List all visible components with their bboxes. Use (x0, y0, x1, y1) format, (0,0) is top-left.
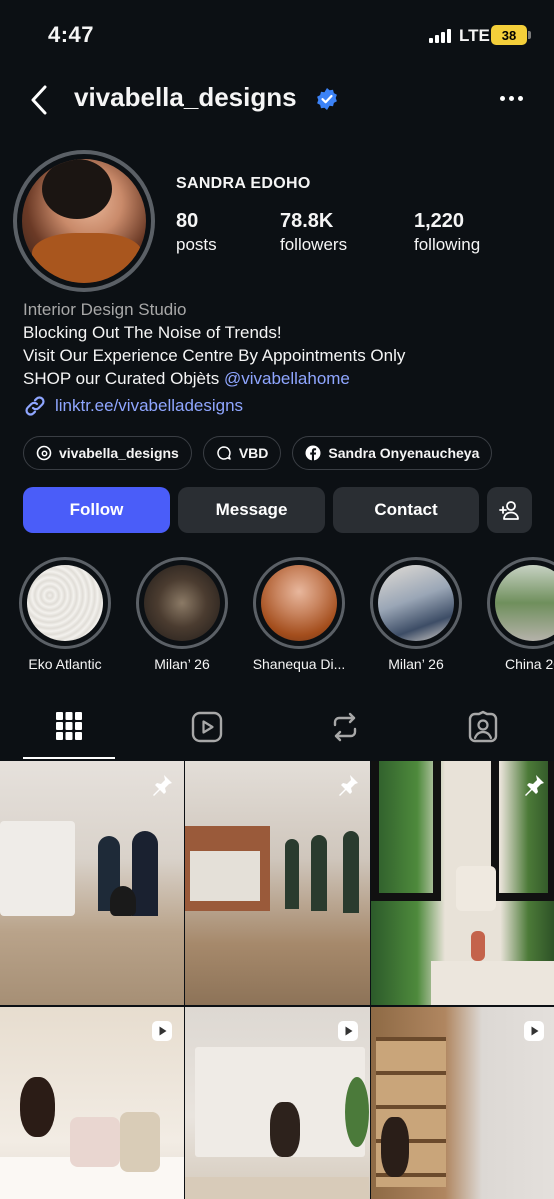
following-count: 1,220 (414, 210, 465, 232)
post-thumbnail[interactable] (0, 1007, 184, 1199)
chat-icon (217, 446, 231, 460)
message-button[interactable]: Message (178, 487, 325, 533)
highlight-thumbnail (378, 565, 454, 641)
facebook-chip[interactable]: Sandra Onyenaucheya (292, 436, 493, 470)
pinned-icon (339, 775, 358, 796)
bio-line: SHOP our Curated Objèts @vivabellahome (23, 367, 405, 390)
tab-tagged[interactable] (437, 710, 529, 760)
reels-icon (191, 711, 223, 743)
highlight-item[interactable]: Milan’ 26 (135, 557, 229, 672)
highlight-label: China 20 (504, 656, 554, 672)
mention-link[interactable]: @vivabellahome (224, 369, 350, 388)
tab-posts[interactable] (23, 710, 115, 760)
battery-icon: 38 (491, 25, 531, 45)
profile-tabs (0, 710, 554, 760)
more-options-icon[interactable] (500, 96, 523, 101)
followers-count: 78.8K (280, 210, 334, 232)
tab-reels[interactable] (161, 710, 253, 760)
add-person-icon (498, 501, 519, 520)
highlight-thumbnail (144, 565, 220, 641)
highlight-label: Milan’ 26 (388, 656, 444, 672)
tab-reposts[interactable] (299, 710, 391, 760)
story-highlights: Eko Atlantic Milan’ 26 Shanequa Di... Mi… (18, 557, 554, 677)
threads-chip[interactable]: vivabella_designs (23, 436, 192, 470)
highlight-item[interactable]: Eko Atlantic (18, 557, 112, 672)
posts-stat[interactable]: 80 posts (176, 210, 217, 255)
post-thumbnail[interactable] (371, 761, 554, 1005)
battery-level: 38 (501, 27, 517, 43)
status-time: 4:47 (48, 22, 95, 47)
verified-icon (317, 88, 337, 110)
highlight-thumbnail (261, 565, 337, 641)
full-name: SANDRA EDOHO (176, 175, 311, 192)
bio: Interior Design Studio Blocking Out The … (23, 298, 405, 390)
category-label: Interior Design Studio (23, 300, 187, 319)
threads-icon (36, 445, 52, 461)
avatar[interactable] (13, 150, 155, 292)
reel-icon (152, 1021, 172, 1041)
profile-chips: vivabella_designs VBD Sandra Onyenauchey… (23, 436, 493, 470)
page-title: vivabella_designs (74, 82, 297, 112)
posts-label: posts (176, 235, 217, 254)
reel-icon (524, 1021, 544, 1041)
highlight-label: Eko Atlantic (28, 656, 102, 672)
posts-count: 80 (176, 210, 199, 232)
tagged-icon (468, 710, 498, 743)
highlight-item[interactable]: Milan’ 26 (369, 557, 463, 672)
post-thumbnail[interactable] (0, 761, 184, 1005)
highlight-label: Shanequa Di... (252, 656, 346, 672)
pinned-icon (153, 775, 172, 796)
pinned-icon (525, 775, 544, 796)
post-thumbnail[interactable] (185, 1007, 370, 1199)
highlight-label: Milan’ 26 (154, 656, 210, 672)
reel-icon (338, 1021, 358, 1041)
chip-label: VBD (238, 445, 269, 461)
contact-button[interactable]: Contact (333, 487, 479, 533)
posts-grid (0, 761, 554, 1199)
reposts-icon (333, 712, 357, 742)
grid-icon (56, 712, 82, 740)
following-label: following (414, 235, 481, 254)
highlight-item[interactable]: China 20 (486, 557, 554, 672)
followers-stat[interactable]: 78.8K followers (280, 210, 347, 255)
bio-line: Visit Our Experience Centre By Appointme… (23, 346, 406, 365)
profile-actions: Follow Message Contact (23, 487, 532, 533)
post-thumbnail[interactable] (371, 1007, 554, 1199)
external-link[interactable]: linktr.ee/vivabelladesigns (23, 394, 243, 418)
profile-header: vivabella_designs (0, 78, 554, 122)
vbd-chip[interactable]: VBD (202, 436, 282, 470)
chip-label: Sandra Onyenaucheya (328, 445, 480, 461)
chip-label: vivabella_designs (59, 445, 179, 461)
highlight-item[interactable]: Shanequa Di... (252, 557, 346, 672)
status-bar: 4:47 LTE 38 (0, 0, 554, 70)
active-tab-indicator (23, 757, 115, 759)
following-stat[interactable]: 1,220 following (414, 210, 480, 255)
link-icon (25, 396, 45, 416)
back-icon[interactable] (28, 84, 52, 116)
followers-label: followers (280, 235, 348, 254)
highlight-thumbnail (495, 565, 554, 641)
bio-line: Blocking Out The Noise of Trends! (23, 323, 282, 342)
highlight-thumbnail (27, 565, 103, 641)
bio-text: SHOP our Curated Objèts (23, 369, 224, 388)
link-text: linktr.ee/vivabelladesigns (55, 396, 244, 415)
facebook-icon (305, 445, 321, 461)
follow-button[interactable]: Follow (23, 487, 170, 533)
network-type: LTE (459, 26, 490, 45)
post-thumbnail[interactable] (185, 761, 370, 1005)
signal-icon (429, 29, 451, 43)
suggested-users-button[interactable] (487, 487, 532, 533)
